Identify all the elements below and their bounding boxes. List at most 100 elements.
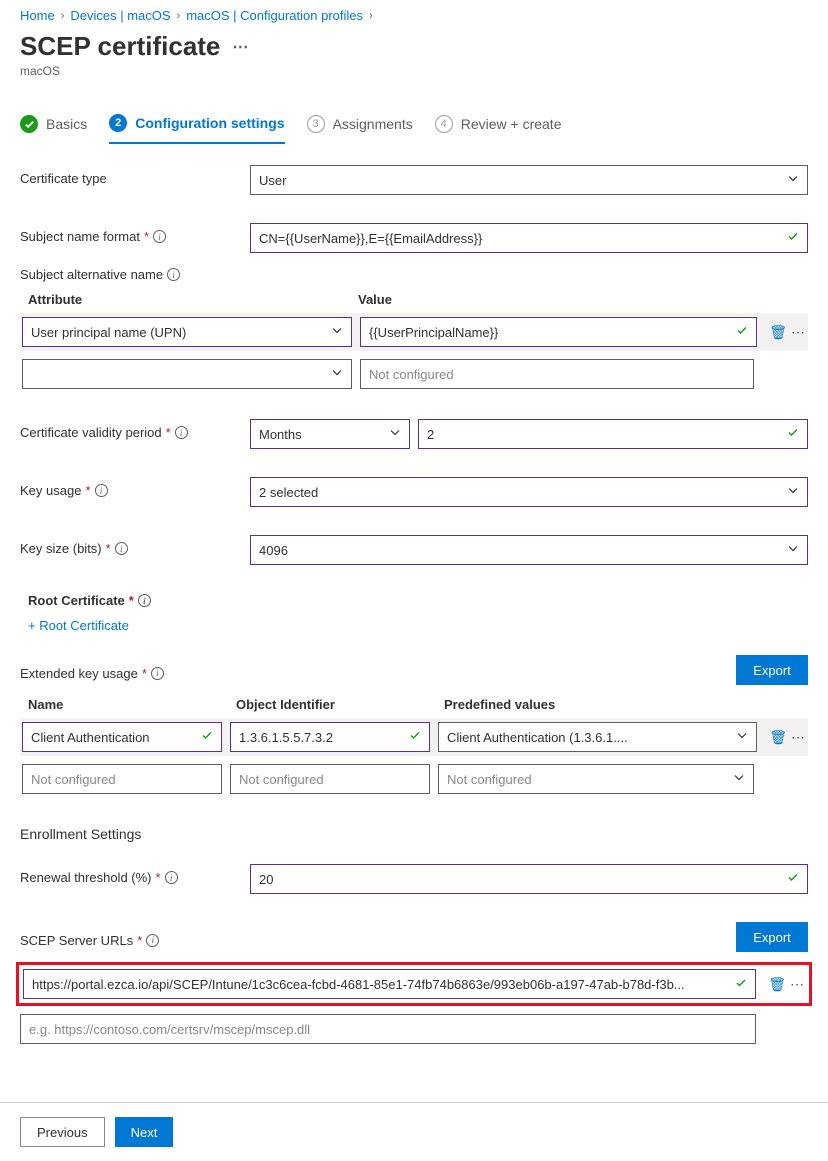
key-usage-label: Key usage bbox=[20, 483, 81, 498]
eku-name-header: Name bbox=[28, 697, 228, 712]
san-attr-value: User principal name (UPN) bbox=[31, 325, 186, 340]
tab-basics[interactable]: Basics bbox=[20, 114, 87, 144]
subj-name-input[interactable]: CN={{UserName}},E={{EmailAddress}} bbox=[250, 223, 808, 253]
step-4-icon: 4 bbox=[435, 115, 453, 133]
export-urls-button[interactable]: Export bbox=[736, 922, 808, 952]
renewal-input[interactable]: 20 bbox=[250, 864, 808, 894]
san-label: Subject alternative name bbox=[20, 267, 163, 282]
chevron-right-icon: › bbox=[61, 10, 65, 22]
renewal-label: Renewal threshold (%) bbox=[20, 870, 152, 885]
nc-placeholder: Not configured bbox=[239, 772, 324, 787]
key-usage-value: 2 selected bbox=[259, 485, 318, 500]
value-header: Value bbox=[358, 292, 808, 307]
validity-unit-select[interactable]: Months bbox=[250, 419, 410, 449]
key-size-label: Key size (bits) bbox=[20, 541, 102, 556]
check-icon bbox=[787, 231, 799, 246]
cert-type-select[interactable]: User bbox=[250, 165, 808, 195]
check-icon bbox=[409, 730, 421, 745]
breadcrumb-devices[interactable]: Devices | macOS bbox=[70, 8, 170, 23]
check-icon bbox=[201, 730, 213, 745]
previous-button[interactable]: Previous bbox=[20, 1117, 105, 1147]
eku-name-empty-input[interactable]: Not configured bbox=[22, 764, 222, 794]
more-icon[interactable]: ⋯ bbox=[791, 729, 806, 746]
tab-review-label: Review + create bbox=[461, 116, 562, 132]
tab-config[interactable]: 2 Configuration settings bbox=[109, 114, 284, 144]
info-icon[interactable]: i bbox=[115, 542, 128, 555]
footer: Previous Next bbox=[0, 1102, 828, 1161]
eku-predef-value: Client Authentication (1.3.6.1.... bbox=[447, 730, 628, 745]
delete-icon[interactable]: 🗑 bbox=[768, 976, 786, 993]
info-icon[interactable]: i bbox=[95, 484, 108, 497]
validity-value: 2 bbox=[427, 427, 434, 442]
enrollment-heading: Enrollment Settings bbox=[20, 826, 808, 842]
check-icon bbox=[735, 977, 747, 992]
chevron-down-icon bbox=[736, 730, 748, 745]
info-icon[interactable]: i bbox=[165, 871, 178, 884]
scep-url-empty-input[interactable]: e.g. https://contoso.com/certsrv/mscep/m… bbox=[20, 1014, 756, 1044]
eku-oid-empty-input[interactable]: Not configured bbox=[230, 764, 430, 794]
info-icon[interactable]: i bbox=[146, 934, 159, 947]
chevron-down-icon bbox=[331, 367, 343, 382]
page-title: SCEP certificate ⋯ bbox=[20, 31, 808, 62]
validity-unit-value: Months bbox=[259, 427, 302, 442]
root-cert-label: Root Certificate bbox=[28, 593, 125, 608]
key-size-select[interactable]: 4096 bbox=[250, 535, 808, 565]
attribute-header: Attribute bbox=[28, 292, 358, 307]
info-icon[interactable]: i bbox=[167, 268, 180, 281]
tab-assignments-label: Assignments bbox=[333, 116, 413, 132]
key-usage-select[interactable]: 2 selected bbox=[250, 477, 808, 507]
renewal-value: 20 bbox=[259, 872, 273, 887]
info-icon[interactable]: i bbox=[153, 230, 166, 243]
page-subtitle: macOS bbox=[20, 64, 808, 78]
eku-label: Extended key usage bbox=[20, 666, 138, 681]
info-icon[interactable]: i bbox=[151, 667, 164, 680]
san-value-input[interactable]: {{UserPrincipalName}} bbox=[360, 317, 757, 347]
chevron-right-icon: › bbox=[177, 10, 181, 22]
url-placeholder: e.g. https://contoso.com/certsrv/mscep/m… bbox=[29, 1022, 310, 1037]
san-empty-placeholder: Not configured bbox=[369, 367, 454, 382]
san-attr-empty-select[interactable] bbox=[22, 359, 352, 389]
wizard-tabs: Basics 2 Configuration settings 3 Assign… bbox=[20, 114, 808, 145]
nc-placeholder: Not configured bbox=[447, 772, 532, 787]
check-icon bbox=[787, 872, 799, 887]
validity-label: Certificate validity period bbox=[20, 425, 162, 440]
san-value-empty-input[interactable]: Not configured bbox=[360, 359, 754, 389]
san-value: {{UserPrincipalName}} bbox=[369, 325, 498, 340]
more-icon[interactable]: ⋯ bbox=[790, 976, 805, 993]
cert-type-value: User bbox=[259, 173, 286, 188]
eku-predef-header: Predefined values bbox=[444, 697, 808, 712]
eku-oid-value: 1.3.6.1.5.5.7.3.2 bbox=[239, 730, 333, 745]
nc-placeholder: Not configured bbox=[31, 772, 116, 787]
delete-icon[interactable]: 🗑 bbox=[769, 324, 787, 341]
san-attr-select[interactable]: User principal name (UPN) bbox=[22, 317, 352, 347]
scep-url-input[interactable]: https://portal.ezca.io/api/SCEP/Intune/1… bbox=[23, 969, 756, 999]
eku-predef-select[interactable]: Client Authentication (1.3.6.1.... bbox=[438, 722, 757, 752]
breadcrumb-config[interactable]: macOS | Configuration profiles bbox=[186, 8, 363, 23]
validity-value-input[interactable]: 2 bbox=[418, 419, 808, 449]
chevron-down-icon bbox=[389, 427, 401, 442]
info-icon[interactable]: i bbox=[138, 594, 151, 607]
eku-name-input[interactable]: Client Authentication bbox=[22, 722, 222, 752]
eku-oid-header: Object Identifier bbox=[236, 697, 436, 712]
tab-review[interactable]: 4 Review + create bbox=[435, 114, 562, 144]
subj-name-label: Subject name format bbox=[20, 229, 140, 244]
more-icon[interactable]: ⋯ bbox=[232, 37, 248, 57]
export-button[interactable]: Export bbox=[736, 655, 808, 685]
delete-icon[interactable]: 🗑 bbox=[769, 729, 787, 746]
url-highlight: https://portal.ezca.io/api/SCEP/Intune/1… bbox=[16, 962, 812, 1006]
info-icon[interactable]: i bbox=[175, 426, 188, 439]
tab-assignments[interactable]: 3 Assignments bbox=[307, 114, 413, 144]
eku-name-value: Client Authentication bbox=[31, 730, 150, 745]
breadcrumb-home[interactable]: Home bbox=[20, 8, 55, 23]
eku-oid-input[interactable]: 1.3.6.1.5.5.7.3.2 bbox=[230, 722, 430, 752]
title-text: SCEP certificate bbox=[20, 31, 220, 62]
root-cert-link[interactable]: + Root Certificate bbox=[28, 618, 129, 633]
more-icon[interactable]: ⋯ bbox=[791, 324, 806, 341]
check-circle-icon bbox=[20, 115, 38, 133]
key-size-value: 4096 bbox=[259, 543, 288, 558]
check-icon bbox=[736, 325, 748, 340]
breadcrumb: Home › Devices | macOS › macOS | Configu… bbox=[20, 0, 808, 29]
eku-predef-empty-select[interactable]: Not configured bbox=[438, 764, 754, 794]
next-button[interactable]: Next bbox=[115, 1117, 174, 1147]
chevron-right-icon: › bbox=[369, 10, 373, 22]
